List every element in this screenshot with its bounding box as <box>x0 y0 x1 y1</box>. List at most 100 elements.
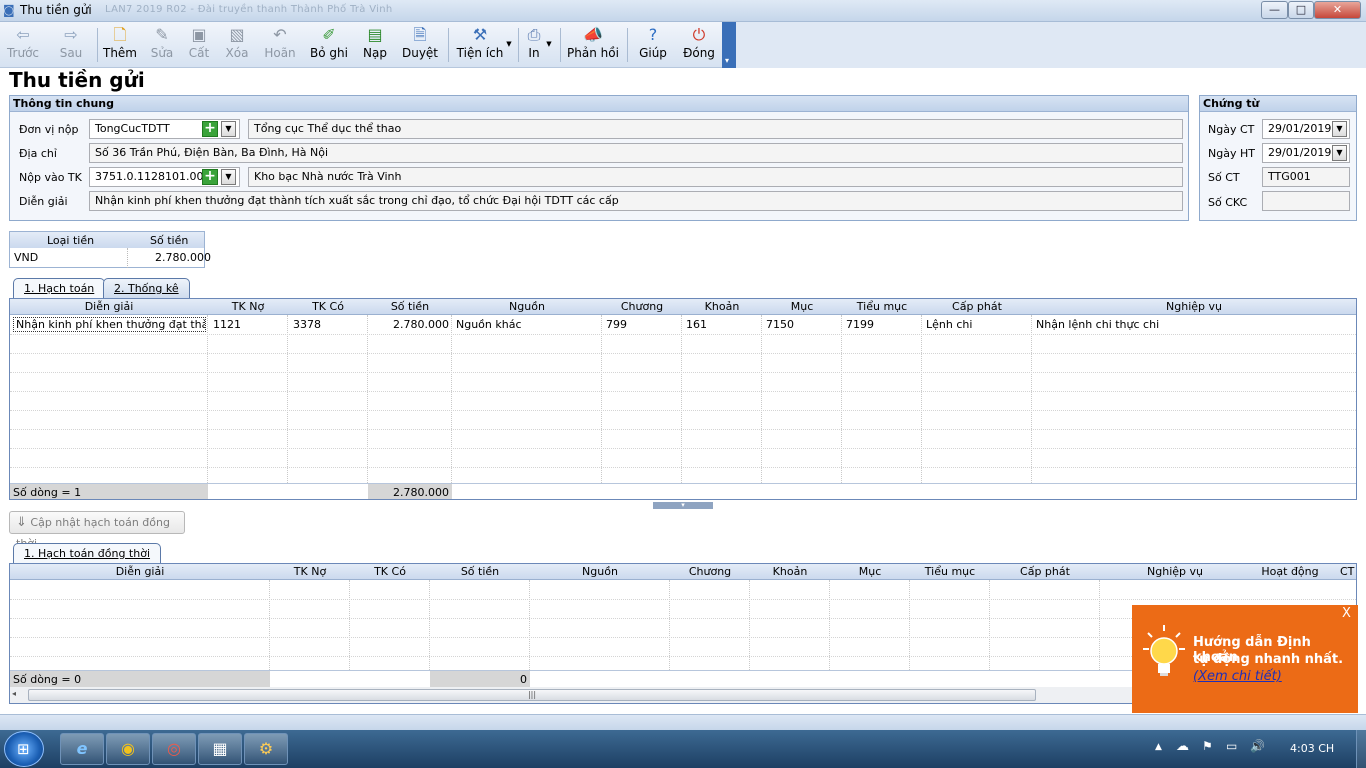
close-button[interactable]: ⏻ Đóng <box>680 24 718 66</box>
cell-source[interactable]: Nguồn khác <box>456 318 522 331</box>
utilities-button[interactable]: ⚒ Tiện ích <box>456 24 504 66</box>
col-divider <box>207 315 208 483</box>
col-header[interactable]: Tiểu mục <box>910 565 990 578</box>
cell-chapter[interactable]: 799 <box>606 318 627 331</box>
add-account-icon[interactable]: + <box>202 169 218 185</box>
scrollbar-thumb[interactable]: ||| <box>28 689 1036 701</box>
col-header[interactable]: Mục <box>762 300 842 313</box>
tab-accounting[interactable]: 1. Hạch toán <box>13 278 106 298</box>
utilities-dropdown-icon[interactable]: ▼ <box>504 40 514 82</box>
popup-detail-link[interactable]: (Xem chi tiết) <box>1193 669 1282 684</box>
description-field[interactable]: Nhận kinh phí khen thưởng đạt thành tích… <box>89 191 1183 211</box>
unpost-button[interactable]: ✐ Bỏ ghi <box>308 24 350 66</box>
cell-description[interactable]: Nhận kinh phí khen thưởng đạt thàn... <box>13 317 206 332</box>
col-header[interactable]: TK Có <box>350 565 430 578</box>
currency-type-cell[interactable]: VND <box>14 251 38 264</box>
prev-button[interactable]: ⇦ Trước <box>4 24 42 66</box>
minimize-button[interactable]: — <box>1261 1 1288 19</box>
network-icon[interactable]: ▭ <box>1226 739 1237 753</box>
next-button[interactable]: ⇨ Sau <box>52 24 90 66</box>
col-header[interactable]: Diễn giải <box>10 565 270 578</box>
col-header[interactable]: Nguồn <box>452 300 602 313</box>
cell-allocation[interactable]: Lệnh chi <box>926 318 972 331</box>
volume-icon[interactable]: 🔊 <box>1250 739 1265 753</box>
address-field[interactable]: Số 36 Trần Phú, Điện Bàn, Ba Đình, Hà Nộ… <box>89 143 1183 163</box>
col-header[interactable]: Nghiệp vụ <box>1100 565 1250 578</box>
cloud-icon[interactable]: ☁ <box>1176 739 1189 754</box>
taskbar-app[interactable]: ◎ <box>152 733 196 765</box>
save-button[interactable]: ▣ Cất <box>184 24 214 66</box>
edit-icon: ✎ <box>155 25 169 44</box>
taskbar-chrome[interactable]: ◉ <box>106 733 150 765</box>
flag-icon[interactable]: ⚑ <box>1202 739 1213 753</box>
add-button[interactable]: 🗋 Thêm <box>102 24 138 66</box>
load-button[interactable]: ▤ Nạp <box>360 24 390 66</box>
col-header[interactable]: Diễn giải <box>10 300 208 313</box>
col-header[interactable]: TK Nợ <box>270 565 350 578</box>
payer-name-field[interactable]: Tổng cục Thể dục thể thao <box>248 119 1183 139</box>
tray-expand-icon[interactable]: ▲ <box>1155 742 1162 752</box>
print-button[interactable]: ⎙ In <box>523 24 545 66</box>
taskbar-misa[interactable]: ⚙ <box>244 733 288 765</box>
col-header[interactable]: Số tiền <box>430 565 530 578</box>
currency-amount-cell[interactable]: 2.780.000 <box>155 251 211 264</box>
delete-button[interactable]: ▧ Xóa <box>220 24 254 66</box>
ckc-field[interactable] <box>1262 191 1350 211</box>
voucher-no-field[interactable]: TTG001 <box>1262 167 1350 187</box>
clock[interactable]: 4:03 CH <box>1290 742 1334 755</box>
close-window-button[interactable]: ✕ <box>1314 1 1361 19</box>
cell-subsection[interactable]: 7199 <box>846 318 874 331</box>
table-row[interactable]: Nhận kinh phí khen thưởng đạt thàn... 11… <box>10 316 1356 334</box>
scroll-left-icon[interactable]: ◂ <box>12 689 22 701</box>
cell-section[interactable]: 7150 <box>766 318 794 331</box>
col-header[interactable]: Tiểu mục <box>842 300 922 313</box>
cell-credit[interactable]: 3378 <box>293 318 321 331</box>
toolbar-overflow[interactable]: ▾ <box>722 22 736 68</box>
date-ht-dropdown-icon[interactable]: ▼ <box>1332 145 1347 161</box>
col-header[interactable]: Nghiệp vụ <box>1032 300 1356 313</box>
col-header[interactable]: Chương <box>670 565 750 578</box>
feedback-button[interactable]: 📣 Phản hồi <box>567 24 619 66</box>
add-payer-icon[interactable]: + <box>202 121 218 137</box>
print-dropdown-icon[interactable]: ▼ <box>544 40 554 82</box>
popup-close-button[interactable]: X <box>1342 606 1351 621</box>
cell-item[interactable]: 161 <box>686 318 707 331</box>
maximize-button[interactable]: □ <box>1288 1 1314 19</box>
account-dropdown-icon[interactable]: ▼ <box>221 169 236 185</box>
cell-amount[interactable]: 2.780.000 <box>368 318 449 331</box>
col-header[interactable]: TK Nợ <box>208 300 288 313</box>
col-header[interactable]: Số tiền <box>368 300 452 313</box>
col-header[interactable]: Cấp phát <box>990 565 1100 578</box>
taskbar-ie[interactable]: e <box>60 733 104 765</box>
col-header[interactable]: Mục <box>830 565 910 578</box>
show-desktop-button[interactable] <box>1356 730 1366 768</box>
cell-debit[interactable]: 1121 <box>213 318 241 331</box>
taskbar-accounting[interactable]: ▦ <box>198 733 242 765</box>
col-header[interactable]: Chương <box>602 300 682 313</box>
col-header[interactable]: Khoản <box>682 300 762 313</box>
update-simultaneous-button[interactable]: ⇓ Cập nhật hạch toán đồng thời <box>9 511 185 550</box>
tab-statistics[interactable]: 2. Thống kê <box>103 278 190 298</box>
col-header[interactable]: TK Có <box>288 300 368 313</box>
cell-operation[interactable]: Nhận lệnh chi thực chi <box>1036 318 1159 331</box>
col-header[interactable]: Khoản <box>750 565 830 578</box>
toolbar-separator <box>518 28 519 62</box>
col-header[interactable]: CT <box>1340 565 1356 578</box>
col-header[interactable]: Hoạt động <box>1250 565 1330 578</box>
tab-simultaneous[interactable]: 1. Hạch toán đồng thời <box>13 543 162 563</box>
col-header[interactable]: Cấp phát <box>922 300 1032 313</box>
splitter-handle[interactable]: ▾ <box>653 502 713 509</box>
help-button[interactable]: ? Giúp <box>636 24 670 66</box>
edit-button[interactable]: ✎ Sửa <box>144 24 180 66</box>
address-label: Địa chỉ <box>19 147 57 160</box>
row-divider <box>10 334 1356 335</box>
start-button[interactable]: ⊞ <box>4 731 44 767</box>
megaphone-icon: 📣 <box>583 25 603 44</box>
undo-button[interactable]: ↶ Hoãn <box>262 24 298 66</box>
approve-button[interactable]: 🗎 Duyệt <box>400 24 440 66</box>
general-info-panel: Thông tin chung Đơn vị nộp TongCucTDTT +… <box>9 95 1189 221</box>
payer-dropdown-icon[interactable]: ▼ <box>221 121 236 137</box>
date-ct-dropdown-icon[interactable]: ▼ <box>1332 121 1347 137</box>
account-bank-field[interactable]: Kho bạc Nhà nước Trà Vinh <box>248 167 1183 187</box>
col-header[interactable]: Nguồn <box>530 565 670 578</box>
